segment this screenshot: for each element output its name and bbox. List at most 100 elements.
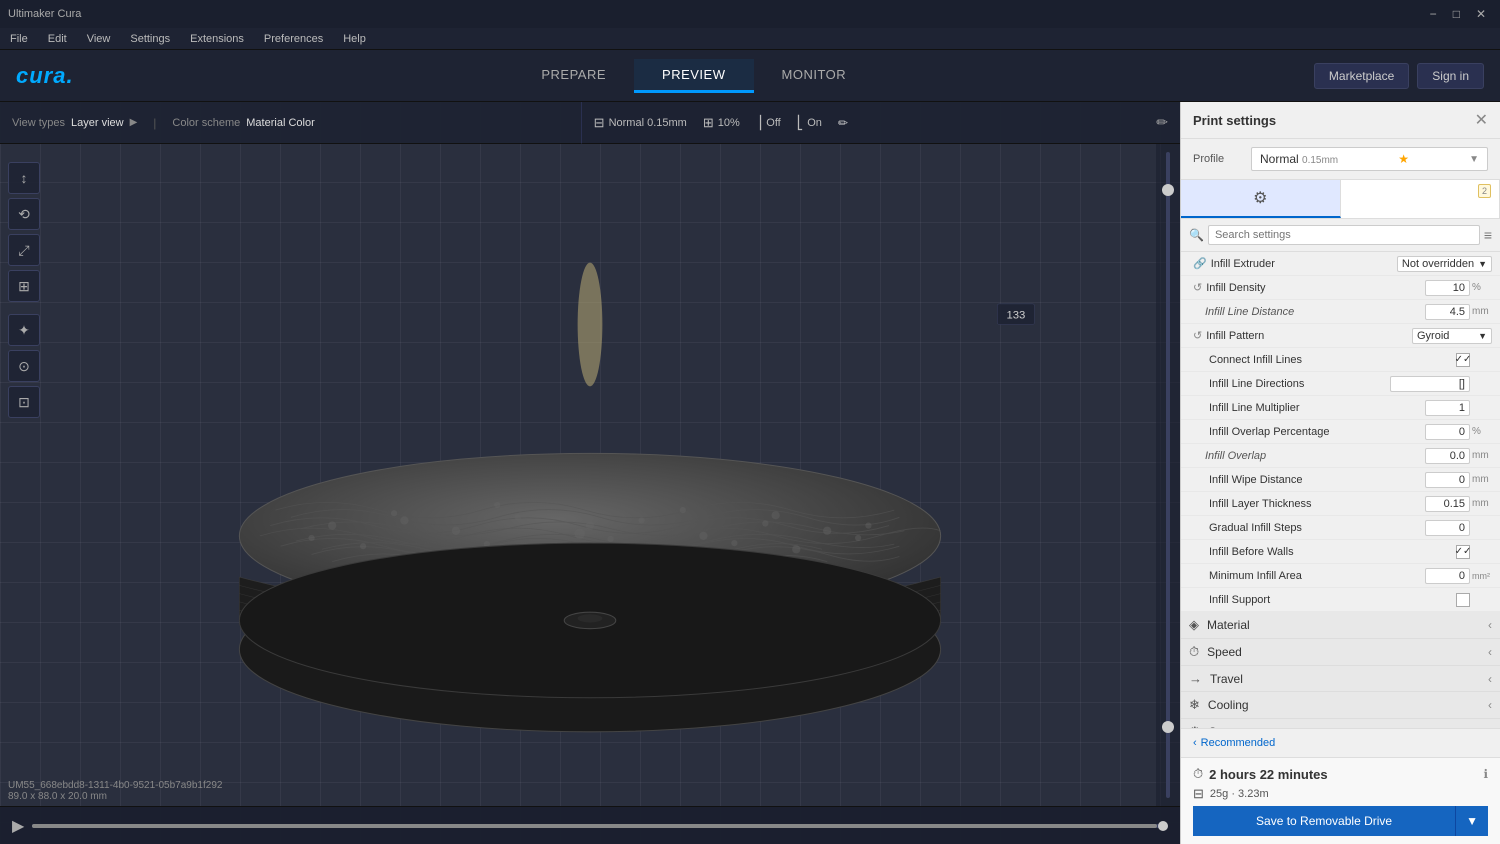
signin-button[interactable]: Sign in <box>1417 63 1484 89</box>
setting-infill-line-directions: Infill Line Directions <box>1181 372 1500 396</box>
tool-rotate[interactable]: ⟲ <box>8 198 40 230</box>
minimum-infill-area-input[interactable] <box>1425 568 1470 584</box>
minimize-button[interactable]: − <box>1424 5 1443 23</box>
qs-profile[interactable]: ⊟ Normal 0.15mm <box>594 115 687 131</box>
profile-selector[interactable]: Normal 0.15mm ★ ▼ <box>1251 147 1488 171</box>
section-material[interactable]: ◈ Material ‹ <box>1181 612 1500 639</box>
reset-pattern-icon[interactable]: ↺ <box>1193 329 1202 342</box>
recommended-link[interactable]: ‹ Recommended <box>1181 729 1500 757</box>
extruder-tab-2[interactable]: 2 <box>1341 180 1500 218</box>
menu-edit[interactable]: Edit <box>44 31 71 47</box>
qs-edit-icon[interactable]: ✏ <box>838 116 848 130</box>
infill-overlap-pct-unit: % <box>1472 426 1492 437</box>
section-support[interactable]: ⚙ Support ▾ <box>1181 719 1500 728</box>
link-icon[interactable]: 🔗 <box>1193 257 1207 270</box>
menu-help[interactable]: Help <box>339 31 370 47</box>
infill-layer-thickness-input[interactable] <box>1425 496 1470 512</box>
profile-star-icon[interactable]: ★ <box>1398 152 1409 166</box>
menu-preferences[interactable]: Preferences <box>260 31 327 47</box>
infill-extruder-select[interactable]: Not overridden ▼ <box>1397 256 1492 272</box>
tab-prepare[interactable]: PREPARE <box>513 59 634 93</box>
tool-scale[interactable]: ⤢ <box>8 234 40 266</box>
infill-overlap-input[interactable] <box>1425 448 1470 464</box>
edit-icon[interactable]: ✏ <box>1156 114 1168 131</box>
setting-infill-density: ↺ Infill Density % <box>1181 276 1500 300</box>
gradual-infill-steps-input[interactable] <box>1425 520 1470 536</box>
recommended-label: Recommended <box>1201 737 1276 749</box>
material-row: ⊟ 25g · 3.23m <box>1193 786 1488 802</box>
qs-adhesion[interactable]: ⎣ On <box>797 115 822 131</box>
setting-infill-line-multiplier: Infill Line Multiplier <box>1181 396 1500 420</box>
menu-file[interactable]: File <box>6 31 32 47</box>
cooling-section-arrow: ‹ <box>1488 698 1492 712</box>
save-button[interactable]: Save to Removable Drive <box>1193 806 1455 836</box>
color-scheme-value[interactable]: Material Color <box>246 117 314 129</box>
tool-move[interactable]: ↕ <box>8 162 40 194</box>
print-settings-close-button[interactable]: ✕ <box>1475 110 1488 130</box>
tool-permodel[interactable]: ✦ <box>8 314 40 346</box>
infill-line-distance-input[interactable] <box>1425 304 1470 320</box>
print-settings-header: Print settings ✕ <box>1181 102 1500 139</box>
infill-icon: ⊞ <box>703 115 714 131</box>
infill-overlap-pct-input[interactable] <box>1425 424 1470 440</box>
reset-density-icon[interactable]: ↺ <box>1193 281 1202 294</box>
travel-icon: → <box>1189 671 1202 686</box>
infill-before-walls-checkbox[interactable]: ✓ <box>1456 545 1470 559</box>
maximize-button[interactable]: □ <box>1447 5 1466 23</box>
section-cooling[interactable]: ❄ Cooling ‹ <box>1181 692 1500 719</box>
view-type-label: View types <box>12 117 65 129</box>
viewport: View types Layer view ▶ | Color scheme M… <box>0 102 1180 844</box>
infill-support-checkbox[interactable] <box>1456 593 1470 607</box>
left-tools: ↕ ⟲ ⤢ ⊞ ✦ ⊙ ⊡ <box>8 162 40 418</box>
save-dropdown-button[interactable]: ▼ <box>1455 806 1488 836</box>
filter-icon[interactable]: ≡ <box>1484 227 1492 243</box>
section-travel[interactable]: → Travel ‹ <box>1181 666 1500 692</box>
gradual-infill-steps-label: Gradual Infill Steps <box>1193 522 1425 534</box>
infill-wipe-distance-input[interactable] <box>1425 472 1470 488</box>
tool-seam[interactable]: ⊡ <box>8 386 40 418</box>
setting-connect-infill-lines: Connect Infill Lines ✓ <box>1181 348 1500 372</box>
infill-line-directions-input[interactable] <box>1390 376 1470 392</box>
support-icon: ⎥ <box>756 115 763 131</box>
search-input[interactable] <box>1208 225 1480 245</box>
close-button[interactable]: ✕ <box>1470 5 1492 23</box>
layer-timeline[interactable] <box>32 824 1168 828</box>
infill-line-multiplier-input[interactable] <box>1425 400 1470 416</box>
qs-infill[interactable]: ⊞ 10% <box>703 115 740 131</box>
infill-extruder-value: Not overridden <box>1402 258 1474 270</box>
setting-infill-overlap: Infill Overlap mm <box>1181 444 1500 468</box>
tab-monitor[interactable]: MONITOR <box>754 59 875 93</box>
infill-line-distance-label: Infill Line Distance <box>1205 306 1425 318</box>
menu-view[interactable]: View <box>83 31 115 47</box>
setting-infill-overlap-pct: Infill Overlap Percentage % <box>1181 420 1500 444</box>
layer-slider-top-thumb[interactable] <box>1162 721 1174 733</box>
tool-support[interactable]: ⊙ <box>8 350 40 382</box>
section-speed[interactable]: ⏱ Speed ‹ <box>1181 639 1500 666</box>
color-scheme-selector[interactable]: Color scheme Material Color <box>172 117 314 129</box>
extruder-tab-1[interactable]: ⚙ <box>1181 180 1341 218</box>
infill-density-input[interactable] <box>1425 280 1470 296</box>
timeline-thumb[interactable] <box>1158 821 1168 831</box>
view-type-selector[interactable]: View types Layer view ▶ <box>12 117 137 129</box>
object-info: UM55_668ebdd8-1311-4b0-9521-05b7a9b1f292… <box>8 780 222 802</box>
view-type-value[interactable]: Layer view <box>71 117 124 129</box>
connect-infill-lines-label: Connect Infill Lines <box>1193 354 1456 366</box>
color-scheme-label: Color scheme <box>172 117 240 129</box>
marketplace-button[interactable]: Marketplace <box>1314 63 1409 89</box>
adhesion-icon: ⎣ <box>797 115 804 131</box>
qs-support[interactable]: ⎥ Off <box>756 115 781 131</box>
info-icon[interactable]: ℹ <box>1483 767 1488 781</box>
travel-section-label: Travel <box>1210 672 1488 686</box>
connect-infill-lines-checkbox[interactable]: ✓ <box>1456 353 1470 367</box>
menu-extensions[interactable]: Extensions <box>186 31 248 47</box>
search-icon: 🔍 <box>1189 228 1204 242</box>
play-button[interactable]: ▶ <box>12 816 24 836</box>
layer-slider[interactable] <box>1156 144 1180 806</box>
infill-extruder-arrow: ▼ <box>1478 259 1487 269</box>
tool-mirror[interactable]: ⊞ <box>8 270 40 302</box>
layer-slider-bottom-thumb[interactable] <box>1162 184 1174 196</box>
profile-dropdown-icon: ▼ <box>1469 154 1479 165</box>
infill-pattern-select[interactable]: Gyroid ▼ <box>1412 328 1492 344</box>
tab-preview[interactable]: PREVIEW <box>634 59 753 93</box>
menu-settings[interactable]: Settings <box>126 31 174 47</box>
